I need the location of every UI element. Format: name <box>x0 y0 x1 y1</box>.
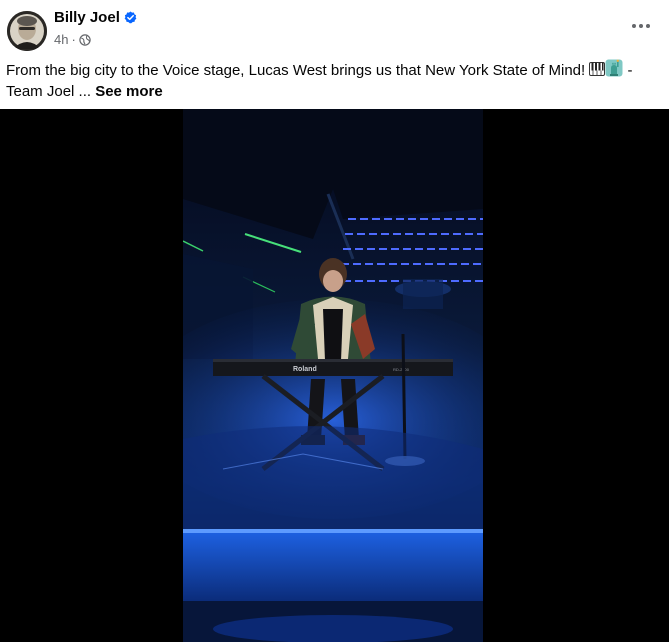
author-name-row: Billy Joel <box>54 9 137 26</box>
keyboard-model-label: RD-2000 <box>393 367 410 372</box>
piano-keys-emoji <box>589 62 606 76</box>
post-caption: From the big city to the Voice stage, Lu… <box>6 59 646 102</box>
video-frame[interactable]: Roland RD-2000 <box>183 109 483 642</box>
meta-separator: · <box>71 32 76 47</box>
globe-icon[interactable] <box>79 33 91 46</box>
verified-badge-icon <box>124 11 137 24</box>
video-player[interactable]: Roland RD-2000 <box>0 109 669 642</box>
video-stage-image: Roland RD-2000 <box>183 109 483 642</box>
more-options-icon <box>632 24 650 28</box>
post-meta: 4h · <box>54 32 91 47</box>
keyboard-brand-label: Roland <box>293 366 317 373</box>
post-header: Billy Joel 4h · <box>0 0 669 56</box>
avatar-image <box>7 11 47 51</box>
more-options-button[interactable] <box>629 14 653 38</box>
caption-text: From the big city to the Voice stage, Lu… <box>6 62 590 79</box>
statue-of-liberty-emoji <box>605 59 623 77</box>
author-avatar[interactable] <box>7 11 47 51</box>
see-more-link[interactable]: See more <box>95 83 163 100</box>
author-name[interactable]: Billy Joel <box>54 9 120 26</box>
facebook-post: Billy Joel 4h · From the big city to the… <box>0 0 669 642</box>
post-timestamp[interactable]: 4h <box>54 32 68 47</box>
